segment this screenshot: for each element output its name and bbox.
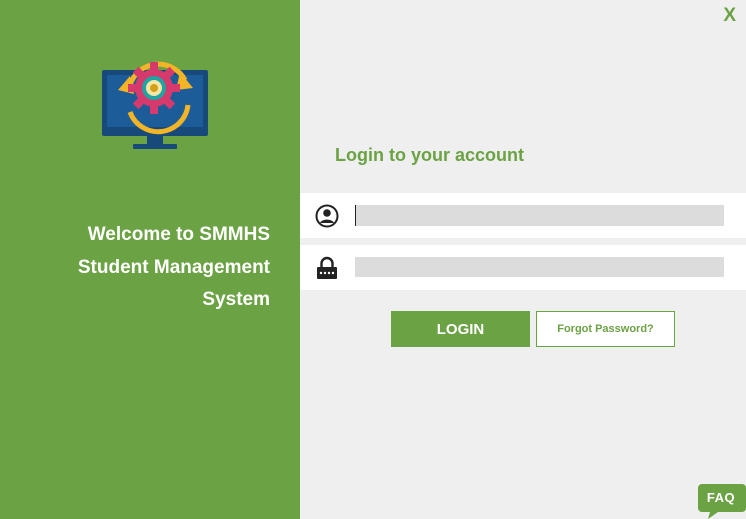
forgot-password-button[interactable]: Forgot Password? bbox=[536, 311, 675, 347]
monitor-gear-sync-icon bbox=[102, 61, 208, 149]
welcome-line: Welcome to SMMHS bbox=[87, 224, 270, 245]
user-icon bbox=[315, 204, 339, 228]
login-button[interactable]: LOGIN bbox=[391, 311, 530, 347]
password-field[interactable] bbox=[355, 257, 724, 277]
faq-label: FAQ bbox=[706, 490, 736, 505]
password-row bbox=[300, 245, 746, 290]
login-heading: Login to your account bbox=[335, 145, 524, 165]
username-field[interactable] bbox=[355, 205, 724, 226]
lock-icon bbox=[317, 256, 337, 279]
welcome-line: Student Management bbox=[77, 256, 270, 278]
close-button[interactable]: X bbox=[723, 5, 736, 27]
faq-button[interactable]: FAQ bbox=[698, 484, 746, 519]
text-caret bbox=[355, 205, 356, 226]
username-row bbox=[300, 193, 746, 238]
welcome-line: System bbox=[202, 289, 270, 310]
welcome-text: Welcome to SMMHS Student Management Syst… bbox=[10, 219, 270, 317]
welcome-panel: Welcome to SMMHS Student Management Syst… bbox=[0, 0, 300, 519]
login-window: Welcome to SMMHS Student Management Syst… bbox=[0, 0, 746, 519]
